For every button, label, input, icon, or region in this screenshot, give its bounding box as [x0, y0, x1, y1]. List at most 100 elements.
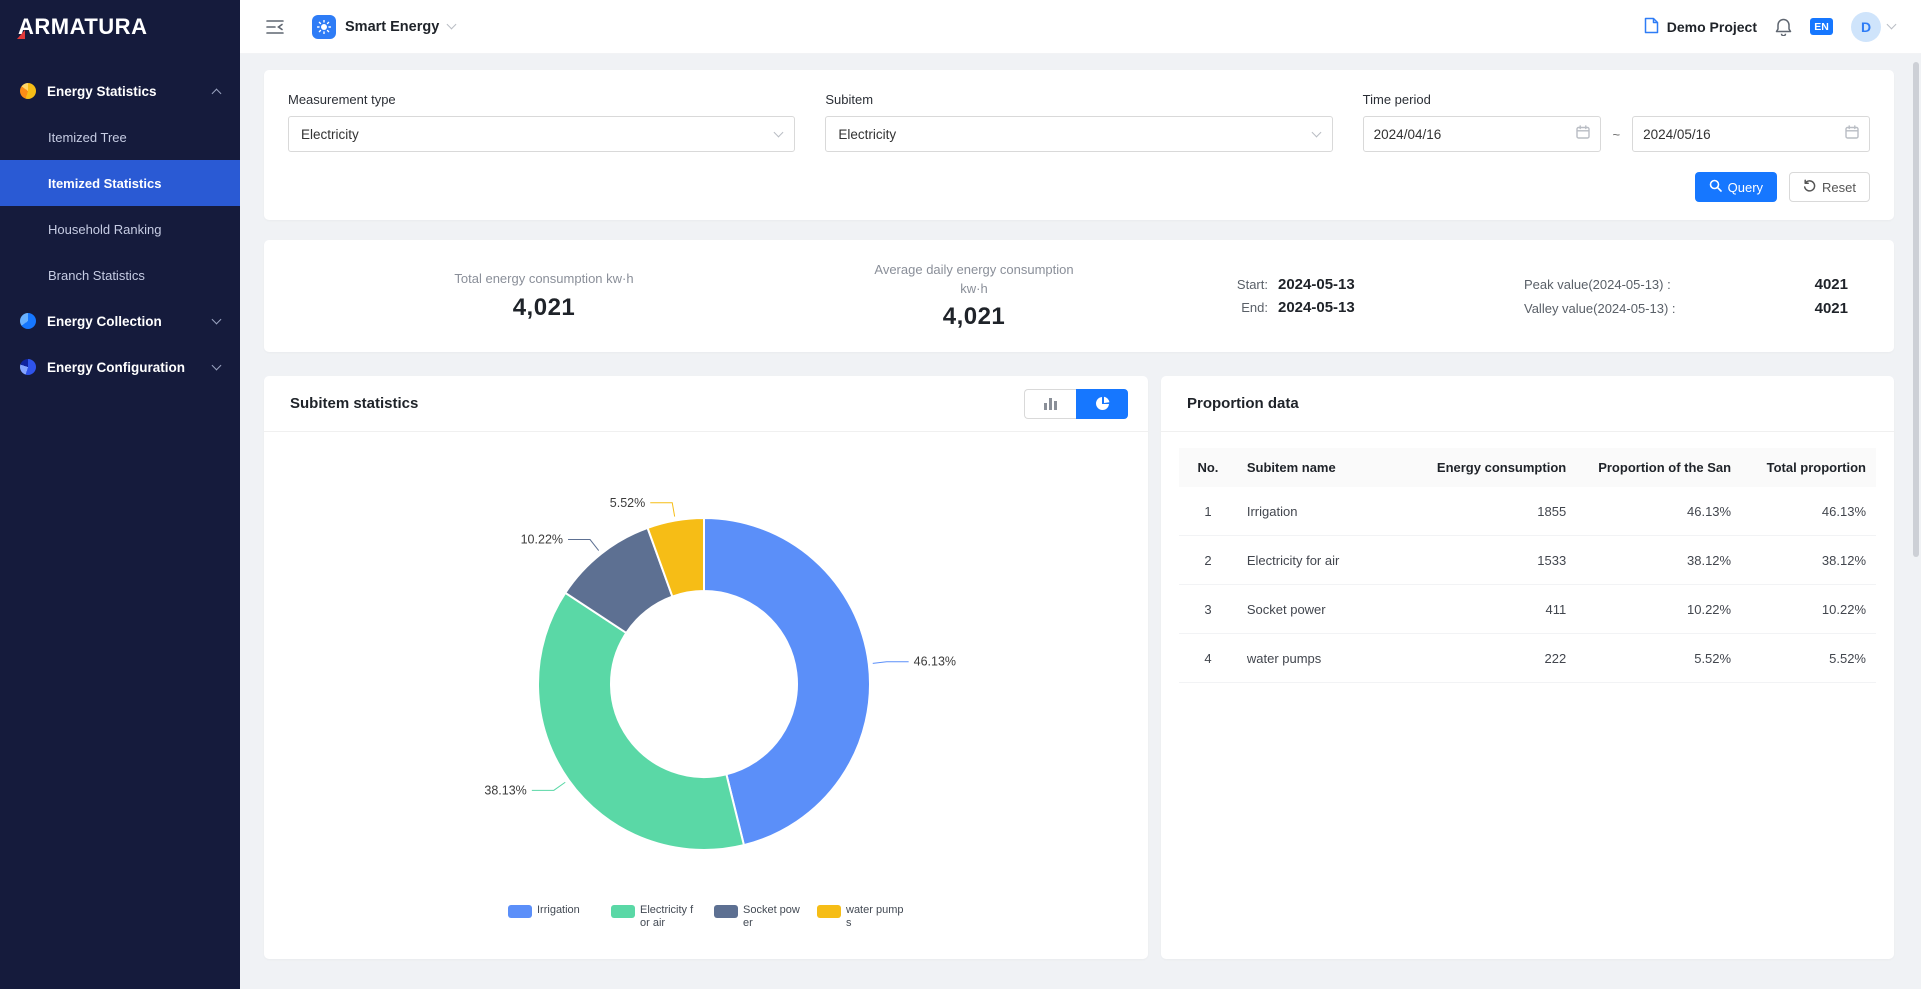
table-row: 1 Irrigation 1855 46.13% 46.13% [1179, 487, 1876, 536]
cell-proportion: 10.22% [1576, 585, 1741, 634]
sidebar-item-itemized-tree[interactable]: Itemized Tree [0, 114, 240, 160]
vertical-scrollbar[interactable] [1913, 62, 1919, 557]
average-consumption-value: 4,021 [869, 303, 1079, 331]
pie-chart-toggle-button[interactable] [1076, 389, 1128, 419]
reset-button[interactable]: Reset [1789, 172, 1870, 202]
cell-total-proportion: 5.52% [1741, 634, 1876, 683]
pie-label-line [532, 782, 565, 790]
cell-no: 4 [1179, 634, 1237, 683]
cell-no: 2 [1179, 536, 1237, 585]
column-header-no: No. [1179, 448, 1237, 487]
sidebar-section-energy-statistics[interactable]: Energy Statistics [0, 68, 240, 114]
topbar-right: Demo Project EN D [1644, 12, 1895, 42]
user-menu[interactable]: D [1851, 12, 1895, 42]
section-label: Energy Configuration [47, 360, 185, 375]
calendar-icon [1576, 125, 1590, 144]
date-end-input[interactable] [1643, 127, 1845, 142]
pie-percent-label: 46.13% [914, 655, 956, 669]
legend-swatch [611, 905, 635, 918]
section-label: Energy Statistics [47, 84, 157, 99]
side-menu: Energy Statistics Itemized Tree Itemized… [0, 54, 240, 390]
cell-proportion: 38.12% [1576, 536, 1741, 585]
end-value: 2024-05-13 [1278, 299, 1355, 316]
legend-label: Electricity for air [640, 904, 698, 930]
cell-total-proportion: 10.22% [1741, 585, 1876, 634]
sidebar-item-label: Itemized Tree [48, 130, 127, 145]
chevron-down-icon [774, 127, 784, 137]
date-start-input[interactable] [1374, 127, 1576, 142]
sidebar-item-itemized-statistics[interactable]: Itemized Statistics [0, 160, 240, 206]
bell-icon[interactable] [1775, 18, 1792, 36]
table-row: 3 Socket power 411 10.22% 10.22% [1179, 585, 1876, 634]
chart-type-toggle [1024, 389, 1128, 419]
column-header-proportion: Proportion of the San [1576, 448, 1741, 487]
document-icon [1644, 17, 1659, 37]
bar-chart-toggle-button[interactable] [1024, 389, 1076, 419]
legend-item-socket-power[interactable]: Socket power [714, 904, 801, 930]
subitem-select[interactable]: Electricity [825, 116, 1332, 152]
logo-text: ARMATURA [18, 14, 147, 40]
cell-total-proportion: 46.13% [1741, 487, 1876, 536]
sidebar-item-label: Branch Statistics [48, 268, 145, 283]
legend-item-electricity-for-air[interactable]: Electricity for air [611, 904, 698, 930]
select-value: Electricity [301, 127, 359, 142]
chevron-down-icon [212, 360, 222, 370]
pie-percent-label: 5.52% [610, 496, 645, 510]
cell-energy-consumption: 411 [1387, 585, 1577, 634]
sidebar-item-label: Itemized Statistics [48, 176, 161, 191]
gauge-icon [20, 313, 36, 329]
pie-label-line [568, 540, 599, 551]
valley-label: Valley value(2024-05-13) : [1524, 301, 1676, 316]
peak-valley-block: Peak value(2024-05-13) : 4021 Valley val… [1494, 276, 1848, 317]
date-end-field[interactable] [1632, 116, 1870, 152]
pie-slice-electricity-for-air[interactable] [538, 593, 744, 850]
project-name: Demo Project [1667, 19, 1757, 35]
column-header-energy-consumption: Energy consumption [1387, 448, 1577, 487]
top-bar: Smart Energy Demo Project EN D [240, 0, 1921, 54]
chevron-down-icon [1311, 127, 1321, 137]
pie-label-line [873, 662, 909, 664]
cell-total-proportion: 38.12% [1741, 536, 1876, 585]
project-selector[interactable]: Demo Project [1644, 17, 1757, 37]
pie-chart-icon [20, 83, 36, 99]
date-start-field[interactable] [1363, 116, 1601, 152]
cell-subitem-name: water pumps [1237, 634, 1387, 683]
start-value: 2024-05-13 [1278, 276, 1355, 293]
gear-icon [20, 359, 36, 375]
sidebar-item-household-ranking[interactable]: Household Ranking [0, 206, 240, 252]
cell-energy-consumption: 1533 [1387, 536, 1577, 585]
average-consumption-label: Average daily energy consumption kw·h [869, 261, 1079, 297]
legend-swatch [714, 905, 738, 918]
app-selector[interactable]: Smart Energy [312, 15, 455, 39]
cell-no: 1 [1179, 487, 1237, 536]
menu-fold-icon[interactable] [266, 19, 284, 35]
sidebar-item-label: Household Ranking [48, 222, 161, 237]
cell-energy-consumption: 222 [1387, 634, 1577, 683]
chevron-down-icon [1887, 20, 1897, 30]
sidebar-section-energy-configuration[interactable]: Energy Configuration [0, 344, 240, 390]
measurement-type-label: Measurement type [288, 92, 795, 107]
sidebar-section-energy-collection[interactable]: Energy Collection [0, 298, 240, 344]
subitem-statistics-panel: Subitem statistics 46.13%38.13%10.22%5.5… [264, 376, 1148, 959]
filter-panel: Measurement type Electricity Subitem Ele… [264, 70, 1894, 220]
donut-chart-svg: 46.13%38.13%10.22%5.52% [266, 432, 1146, 902]
sidebar-item-branch-statistics[interactable]: Branch Statistics [0, 252, 240, 298]
language-badge[interactable]: EN [1810, 18, 1833, 35]
pie-percent-label: 38.13% [484, 783, 526, 797]
peak-value: 4021 [1815, 276, 1848, 293]
measurement-type-select[interactable]: Electricity [288, 116, 795, 152]
pie-chart-icon [1095, 396, 1110, 411]
smart-energy-icon [312, 15, 336, 39]
legend-item-water-pumps[interactable]: water pumps [817, 904, 904, 930]
proportion-data-panel: Proportion data No. Subitem name Energy … [1161, 376, 1894, 959]
query-button[interactable]: Query [1695, 172, 1777, 202]
sidebar: ARMATURA Energy Statistics Itemized Tree… [0, 0, 240, 989]
measurement-type-group: Measurement type Electricity [288, 92, 795, 152]
section-label: Energy Collection [47, 314, 162, 329]
legend-item-irrigation[interactable]: Irrigation [508, 904, 595, 918]
calendar-icon [1845, 125, 1859, 144]
total-consumption-label: Total energy consumption kw·h [454, 270, 633, 288]
chevron-up-icon [212, 89, 222, 99]
query-label: Query [1728, 180, 1763, 195]
app-name: Smart Energy [345, 19, 439, 35]
